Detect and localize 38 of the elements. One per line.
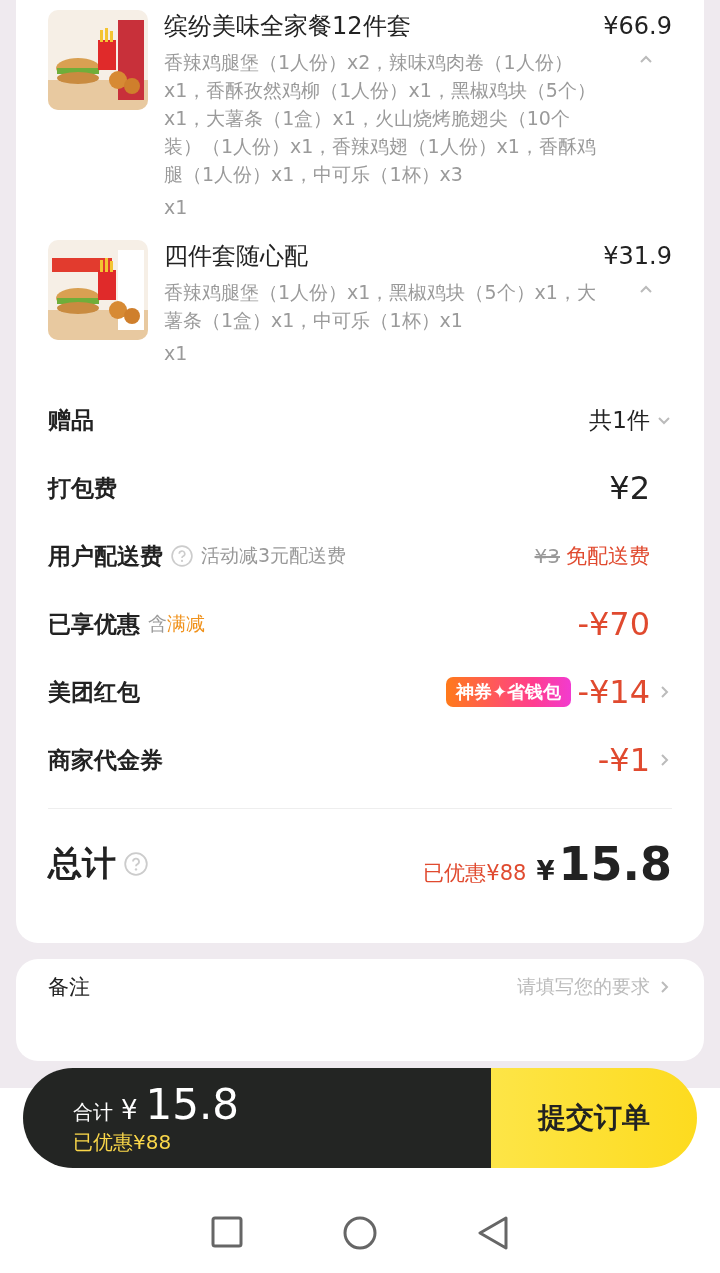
saved-amount: 已优惠¥88 xyxy=(73,1129,173,1156)
item-quantity: x1 xyxy=(164,196,188,218)
row-value: -¥14 xyxy=(577,673,650,711)
row-label: 打包费 xyxy=(48,473,117,503)
item-price: ¥31.9 xyxy=(603,242,672,270)
sum-amount: 15.8 xyxy=(145,1080,240,1129)
row-value: -¥1 xyxy=(597,741,650,779)
submit-button[interactable]: 提交订单 xyxy=(491,1068,697,1168)
row-label: 用户配送费 xyxy=(48,541,163,571)
row-label: 已享优惠 xyxy=(48,609,140,639)
currency-sign: ¥ xyxy=(536,856,555,886)
row-label: 商家代金券 xyxy=(48,745,163,775)
total-label: 总计 xyxy=(48,842,116,885)
original-fee: ¥3 xyxy=(534,544,560,568)
discount-tag: 满减 xyxy=(167,611,205,637)
row-value: ¥2 xyxy=(609,469,650,507)
sum-label: 合计 xyxy=(73,1099,113,1126)
currency-sign: ¥ xyxy=(121,1095,138,1125)
item-price: ¥66.9 xyxy=(603,12,672,40)
row-note: 活动减3元配送费 xyxy=(201,543,347,568)
row-value: 共1件 xyxy=(589,405,650,435)
row-label: 赠品 xyxy=(48,405,94,435)
row-value: 免配送费 xyxy=(566,543,650,570)
row-label: 美团红包 xyxy=(48,677,140,707)
row-note: 含 xyxy=(148,611,167,636)
item-title: 四件套随心配 xyxy=(164,241,308,272)
note-label: 备注 xyxy=(48,974,90,1001)
home-icon[interactable] xyxy=(343,1216,377,1250)
item-title: 缤纷美味全家餐12件套 xyxy=(164,11,411,42)
total-amount: 15.8 xyxy=(558,837,672,891)
saved-amount: 已优惠¥88 xyxy=(423,860,527,887)
row-value: -¥70 xyxy=(577,605,650,643)
back-icon[interactable] xyxy=(477,1216,509,1250)
help-icon[interactable] xyxy=(124,852,148,876)
coupon-badge: 神券✦省钱包 xyxy=(446,677,572,707)
help-icon[interactable] xyxy=(171,545,193,567)
item-quantity: x1 xyxy=(164,342,188,364)
recents-icon[interactable] xyxy=(211,1216,243,1248)
